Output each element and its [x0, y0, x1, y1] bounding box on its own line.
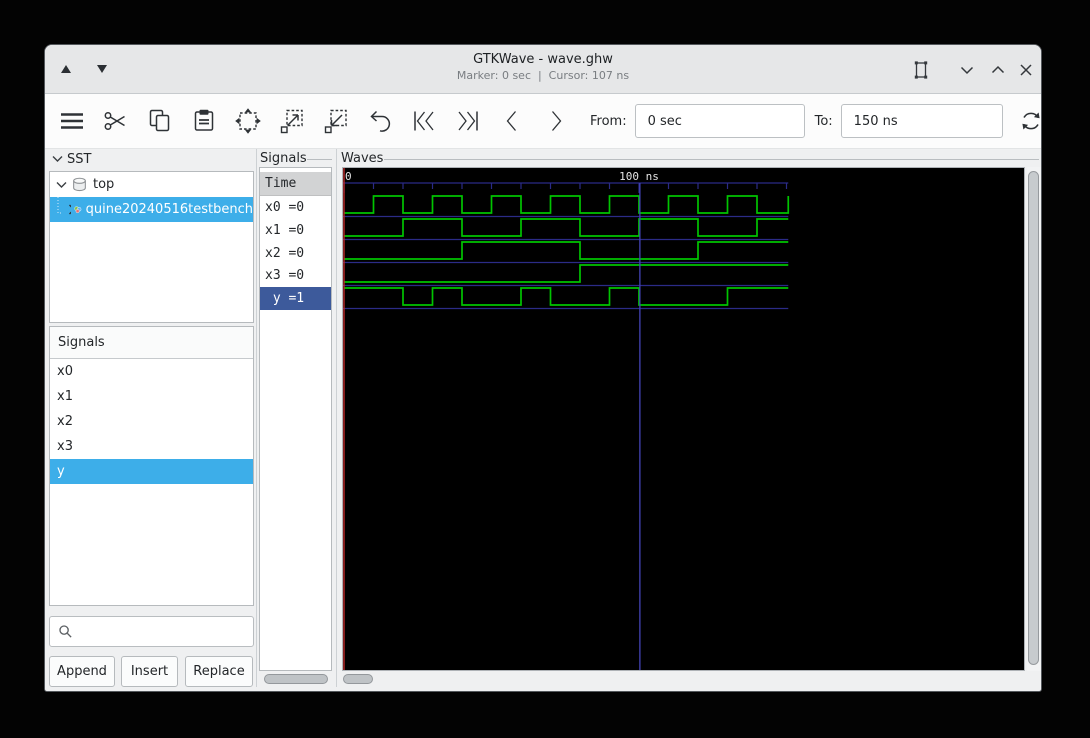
from-input[interactable]	[634, 104, 805, 138]
skip-to-start-icon[interactable]	[410, 107, 438, 135]
wave-vscrollbar-thumb[interactable]	[1028, 171, 1039, 665]
value-row-x3[interactable]: x3 =0	[260, 264, 331, 287]
step-forward-icon[interactable]	[542, 107, 570, 135]
wave-canvas[interactable]: 0 100 ns	[342, 167, 1025, 671]
replace-button[interactable]: Replace	[185, 656, 253, 687]
chevron-right-icon[interactable]	[66, 197, 72, 222]
tree-connector	[57, 197, 63, 214]
sst-expander-icon[interactable]	[51, 153, 65, 165]
facility-row-x2[interactable]: x2	[50, 409, 253, 434]
toolbar: From: To:	[45, 94, 1041, 149]
to-input[interactable]	[840, 104, 1003, 138]
value-row-x2[interactable]: x2 =0	[260, 242, 331, 265]
tree-item-label: quine20240516testbench	[85, 202, 253, 217]
facility-row-x3[interactable]: x3	[50, 434, 253, 459]
tree-item-top[interactable]: top	[50, 172, 253, 197]
wave-hscrollbar-thumb[interactable]	[343, 674, 373, 684]
time-header[interactable]: Time	[260, 172, 331, 196]
insert-button[interactable]: Insert	[121, 656, 178, 687]
from-label: From:	[590, 113, 627, 129]
facility-row-x0[interactable]: x0	[50, 359, 253, 384]
tree-item-label: top	[93, 177, 115, 192]
sst-tree: top quine20240516testbench	[49, 171, 254, 323]
waves-frame-label: Waves	[341, 151, 384, 166]
facilities-header: Signals	[50, 327, 253, 359]
chevron-down-icon[interactable]	[55, 172, 69, 197]
undo-icon[interactable]	[366, 107, 394, 135]
svg-text:100 ns: 100 ns	[619, 170, 659, 183]
marker-cursor-status: Marker: 0 sec | Cursor: 107 ns	[456, 69, 630, 82]
values-hscrollbar-thumb[interactable]	[264, 674, 328, 684]
pane-divider-right[interactable]	[336, 149, 337, 687]
pane-divider-left[interactable]	[256, 149, 257, 687]
value-row-y-selected[interactable]: y =1	[260, 287, 331, 311]
copy-icon[interactable]	[146, 107, 174, 135]
zoom-fit-icon[interactable]	[234, 107, 262, 135]
step-back-icon[interactable]	[498, 107, 526, 135]
signal-search-box[interactable]	[49, 616, 254, 647]
scope-icon	[73, 177, 86, 192]
to-label: To:	[814, 113, 833, 129]
fullscreen-icon[interactable]	[907, 56, 935, 84]
paste-icon[interactable]	[190, 107, 218, 135]
window-title: GTKWave - wave.ghw	[473, 52, 613, 67]
menu-icon[interactable]	[58, 107, 86, 135]
facility-row-y-selected[interactable]: y	[50, 459, 253, 484]
skip-to-end-icon[interactable]	[454, 107, 482, 135]
close-icon[interactable]	[1012, 56, 1040, 84]
frame-line	[307, 159, 332, 160]
titlebar[interactable]: GTKWave - wave.ghw Marker: 0 sec | Curso…	[45, 45, 1041, 94]
values-frame-label: Signals	[260, 151, 307, 166]
reload-icon[interactable]	[1017, 107, 1042, 135]
value-row-x0[interactable]: x0 =0	[260, 196, 331, 219]
desktop-background: GTKWave - wave.ghw Marker: 0 sec | Curso…	[0, 0, 1090, 738]
maximize-icon[interactable]	[984, 56, 1012, 84]
search-icon	[59, 625, 72, 638]
facilities-panel: Signals x0 x1 x2 x3 y	[49, 326, 254, 606]
svg-text:0: 0	[345, 170, 352, 183]
value-row-x1[interactable]: x1 =0	[260, 219, 331, 242]
gtkwave-window: GTKWave - wave.ghw Marker: 0 sec | Curso…	[44, 44, 1042, 692]
zoom-out-icon[interactable]	[322, 107, 350, 135]
module-icon	[74, 206, 82, 213]
search-input[interactable]	[79, 623, 253, 640]
tree-item-testbench[interactable]: quine20240516testbench	[50, 197, 253, 222]
wave-vscrollbar[interactable]	[1027, 167, 1041, 671]
minimize-icon[interactable]	[953, 56, 981, 84]
frame-line	[384, 159, 1039, 160]
zoom-in-icon[interactable]	[278, 107, 306, 135]
facility-row-x1[interactable]: x1	[50, 384, 253, 409]
cut-icon[interactable]	[102, 107, 130, 135]
sst-label: SST	[67, 151, 92, 167]
signal-values-panel: Time x0 =0 x1 =0 x2 =0 x3 =0 y =1	[259, 167, 332, 671]
sst-header[interactable]: SST	[51, 149, 91, 169]
append-button[interactable]: Append	[49, 656, 115, 687]
